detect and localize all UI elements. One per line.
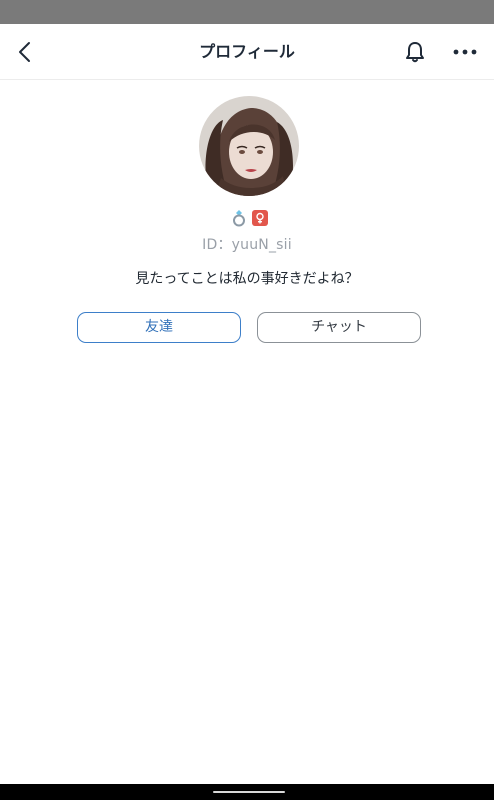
more-options-button[interactable] — [445, 32, 485, 72]
female-icon — [252, 210, 268, 226]
system-nav-bar — [0, 784, 494, 800]
ring-icon — [233, 210, 245, 227]
profile-badges — [230, 209, 270, 227]
header-bar: プロフィール — [0, 24, 494, 80]
status-bar — [0, 0, 494, 24]
avatar[interactable] — [199, 96, 299, 196]
profile-screen: プロフィール ID：yuuN_sii 見たってことは私の事好きだよね？ 友達 チ… — [0, 0, 494, 800]
home-indicator[interactable] — [213, 791, 285, 793]
notification-button[interactable] — [395, 32, 435, 72]
profile-bio: 見たってことは私の事好きだよね？ — [135, 271, 359, 287]
friend-button[interactable]: 友達 — [77, 312, 241, 343]
more-icon — [453, 49, 477, 55]
avatar-image — [199, 96, 299, 196]
user-id: ID：yuuN_sii — [202, 237, 292, 253]
bell-icon — [406, 42, 424, 63]
chat-button[interactable]: チャット — [257, 312, 421, 343]
